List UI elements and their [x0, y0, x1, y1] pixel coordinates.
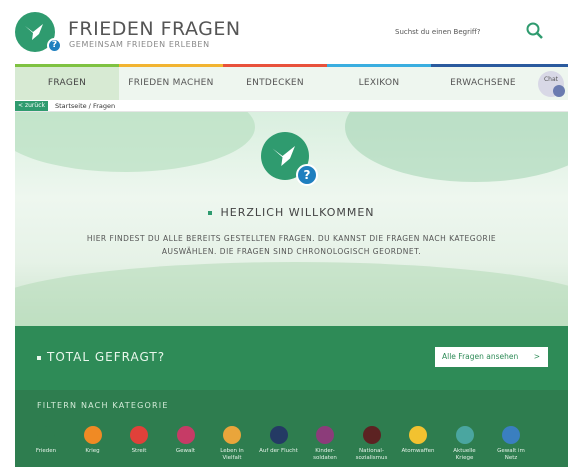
hero-background-shape: [345, 112, 568, 182]
category-label: Aktuelle Kriege: [453, 448, 476, 461]
rainbow-icon: [223, 426, 241, 444]
category-label: Kinder-soldaten: [313, 448, 337, 461]
category-item[interactable]: Auf der Flucht: [259, 426, 299, 455]
category-item[interactable]: Streit: [119, 426, 159, 455]
hero-section: ? HERZLICH WILLKOMMEN HIER FINDEST DU AL…: [15, 112, 568, 326]
question-badge-icon: ?: [47, 38, 62, 53]
brand-title[interactable]: FRIEDEN FRAGEN: [68, 18, 241, 40]
nav-item-frieden-machen[interactable]: FRIEDEN MACHEN: [119, 67, 223, 100]
category-item[interactable]: Kinder-soldaten: [305, 426, 345, 462]
question-badge-icon: ?: [296, 164, 318, 186]
boat-icon: [269, 426, 288, 444]
nav-item-entdecken[interactable]: ENTDECKEN: [223, 67, 327, 100]
category-item[interactable]: Frieden: [26, 426, 66, 455]
chat-button[interactable]: Chat: [538, 71, 565, 97]
total-gefragt-title: TOTAL GEFRAGT?: [47, 350, 166, 364]
category-item[interactable]: Gewalt: [166, 426, 206, 455]
chat-bubble-icon: [553, 85, 565, 97]
breadcrumb[interactable]: Startseite / Fragen: [55, 101, 115, 111]
nav-item-fragen[interactable]: FRAGEN: [15, 67, 119, 100]
hero-background-shape: [15, 262, 568, 326]
main-nav: FRAGEN FRIEDEN MACHEN ENTDECKEN LEXIKON …: [15, 64, 568, 100]
chat-label: Chat: [543, 76, 559, 83]
hero-background-shape: [15, 112, 255, 172]
search-icon[interactable]: [524, 20, 546, 42]
category-label: Auf der Flucht: [259, 448, 298, 454]
category-label: Frieden: [35, 448, 57, 454]
bullet-icon: [37, 355, 41, 360]
all-questions-label: Alle Fragen ansehen: [442, 352, 519, 361]
category-label: National-sozialismus: [355, 448, 388, 461]
category-label: Krieg: [85, 448, 100, 454]
dove-icon: [25, 24, 43, 40]
category-item[interactable]: Leben in Vielfalt: [212, 426, 252, 462]
fire-icon: [83, 426, 102, 444]
laptop-icon: [502, 426, 520, 444]
category-item[interactable]: National-sozialismus: [352, 426, 392, 462]
category-label: Leben in Vielfalt: [220, 448, 244, 461]
category-item[interactable]: Krieg: [73, 426, 113, 455]
category-item[interactable]: Aktuelle Kriege: [445, 426, 485, 462]
back-button[interactable]: < zurück: [15, 101, 48, 111]
hand-icon: [176, 426, 195, 444]
chevron-right-icon: >: [533, 352, 540, 361]
all-questions-button[interactable]: Alle Fragen ansehen >: [435, 347, 548, 367]
total-gefragt-section: TOTAL GEFRAGT? Alle Fragen ansehen >: [15, 326, 568, 390]
intro-text: HIER FINDEST DU ALLE BEREITS GESTELLTEN …: [86, 234, 497, 256]
fist-icon: [130, 426, 148, 444]
welcome-text: HERZLICH WILLKOMMEN: [220, 206, 375, 219]
nav-item-erwachsene[interactable]: ERWACHSENE: [431, 67, 535, 100]
total-gefragt-heading: TOTAL GEFRAGT?: [37, 350, 165, 364]
stop-icon: [362, 426, 381, 444]
category-label: Gewalt: [175, 448, 196, 454]
category-label: Atomwaffen: [401, 448, 435, 454]
nav-item-lexikon[interactable]: LEXIKON: [327, 67, 431, 100]
category-label: Gewalt im Netz: [497, 448, 525, 461]
radiation-icon: [409, 426, 427, 444]
globe-icon: [455, 426, 474, 444]
dove-icon: [272, 146, 295, 166]
category-item[interactable]: Atomwaffen: [398, 426, 438, 455]
category-item[interactable]: Gewalt im Netz: [491, 426, 531, 462]
filter-heading: FILTERN NACH KATEGORIE: [37, 401, 169, 410]
bullet-icon: [208, 211, 213, 215]
search-input[interactable]: Suchst du einen Begriff?: [395, 24, 515, 40]
brand-subtitle: GEMEINSAM FRIEDEN ERLEBEN: [69, 40, 210, 49]
category-filter: FILTERN NACH KATEGORIE Frieden Krieg Strei…: [15, 390, 568, 467]
dove-icon: [37, 426, 55, 444]
category-label: Streit: [131, 448, 147, 454]
welcome-heading: HERZLICH WILLKOMMEN: [15, 206, 568, 219]
site-header: ? FRIEDEN FRAGEN GEMEINSAM FRIEDEN ERLEB…: [0, 0, 568, 64]
helmet-icon: [316, 426, 334, 444]
